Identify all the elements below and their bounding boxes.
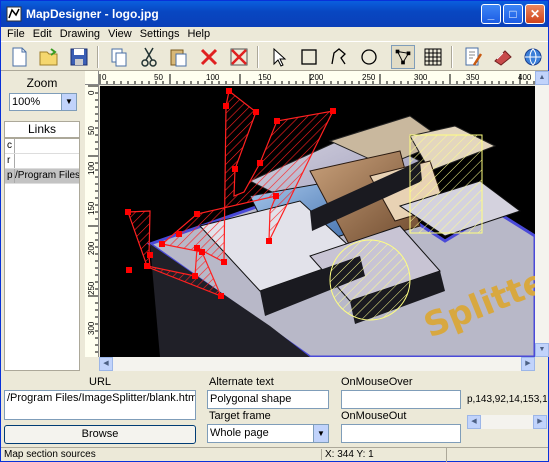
logo-image: Splitte [125,88,535,357]
status-text: Map section sources [4,449,96,460]
toolbar-separator [257,46,259,68]
left-panel: Zoom 100% ▼ Links c r p/Program Files/I [1,71,83,371]
v-ruler-ticks: 0 50 100 150 200 250 300 [87,85,98,353]
ruler-label: 0 [87,90,96,95]
url-field[interactable]: /Program Files/ImageSplitter/blank.html [4,390,196,420]
delete-x-icon[interactable] [197,45,221,69]
html-export-icon[interactable] [491,45,515,69]
onmouseover-label: OnMouseOver [341,376,413,388]
close-button[interactable]: ✕ [525,4,545,24]
links-list[interactable]: c r p/Program Files/I [4,138,80,371]
target-frame-label: Target frame [209,410,271,422]
zoom-select[interactable]: 100% ▼ [9,93,77,111]
arrow-pointer-icon[interactable] [267,45,291,69]
menu-help[interactable]: Help [183,27,214,41]
list-item[interactable]: c [5,139,79,154]
rectangle-tool-icon[interactable] [297,45,321,69]
scroll-down-icon[interactable]: ▼ [535,343,549,357]
coords-scrollbar[interactable]: ◀ ▶ [467,415,547,429]
menu-file[interactable]: File [1,27,29,41]
app-icon [6,6,22,22]
copy-icon[interactable] [107,45,131,69]
vertical-scrollbar[interactable]: ▲ ▼ [535,71,549,357]
list-item[interactable]: p/Program Files/I [5,169,79,184]
status-divider [446,448,447,462]
menu-drawing[interactable]: Drawing [56,27,104,41]
minimize-button[interactable]: _ [481,4,501,24]
links-header: Links [4,121,80,138]
status-bar: Map section sources X: 344 Y: 1 [1,447,548,462]
ruler-label: 300 [87,321,96,335]
chevron-down-icon[interactable]: ▼ [313,425,328,442]
menu-settings[interactable]: Settings [136,27,184,41]
ruler-label: 50 [154,73,163,82]
menu-bar: File Edit Drawing View Settings Help [1,27,548,41]
image-canvas[interactable]: Splitte [100,86,535,357]
toolbar [1,41,548,71]
onmouseout-field[interactable] [341,424,461,443]
ruler-label: 0 [102,73,107,82]
toolbar-separator [451,46,453,68]
open-folder-icon[interactable] [37,45,61,69]
window-title: MapDesigner - logo.jpg [26,7,159,21]
polygon-tool-icon[interactable] [327,45,351,69]
url-label: URL [89,376,112,388]
save-disk-icon[interactable] [67,45,91,69]
ruler-label: 300 [414,73,428,82]
ruler-label: 150 [258,73,272,82]
h-ruler-ticks: 0 50 100 150 200 250 300 350 400 [99,73,535,84]
browse-button[interactable]: Browse [4,425,196,444]
edit-doc-icon[interactable] [461,45,485,69]
new-file-icon[interactable] [7,45,31,69]
vertical-ruler: 0 50 100 150 200 250 300 [85,85,99,357]
onmouseover-field[interactable] [341,390,461,409]
maximize-button[interactable]: □ [503,4,523,24]
ruler-label: 200 [310,73,324,82]
ruler-label: 400 [518,73,532,82]
menu-view[interactable]: View [104,27,136,41]
scroll-right-icon[interactable]: ▶ [533,415,547,429]
scroll-up-icon[interactable]: ▲ [535,71,549,85]
ruler-label: 250 [87,281,96,295]
title-bar[interactable]: MapDesigner - logo.jpg _ □ ✕ [1,1,548,27]
onmouseout-label: OnMouseOut [341,410,407,422]
app-window: MapDesigner - logo.jpg _ □ ✕ File Edit Dra… [0,0,549,462]
selected-rect-area[interactable] [409,134,483,234]
ruler-label: 350 [466,73,480,82]
grid-icon[interactable] [421,45,445,69]
ruler-label: 100 [206,73,220,82]
circle-tool-icon[interactable] [357,45,381,69]
zoom-value: 100% [12,96,41,108]
cursor-coords: X: 344 Y: 1 [321,449,374,460]
ruler-label: 100 [87,161,96,175]
alt-text-field[interactable]: Polygonal shape [207,390,329,409]
zoom-label: Zoom [26,76,58,90]
ruler-label: 50 [87,126,96,135]
properties-panel: URL /Program Files/ImageSplitter/blank.h… [1,373,548,447]
ruler-label: 150 [87,201,96,215]
target-frame-select[interactable]: Whole page ▼ [207,424,329,443]
circle-area[interactable] [329,239,411,321]
cut-scissors-icon[interactable] [137,45,161,69]
horizontal-ruler: 0 50 100 150 200 250 300 350 400 [99,71,535,85]
alt-text-label: Alternate text [209,376,274,388]
toolbar-separator [97,46,99,68]
horizontal-scrollbar[interactable]: ◀ ▶ [99,357,535,371]
web-preview-icon[interactable] [521,45,545,69]
coords-field[interactable]: p,143,92,14,153,17, [467,394,547,405]
canvas-area: 0 50 100 150 200 250 300 350 400 0 50 100 150 200 250… [85,71,549,371]
delete-all-icon[interactable] [227,45,251,69]
scroll-left-icon[interactable]: ◀ [99,357,113,371]
chevron-down-icon[interactable]: ▼ [61,94,76,110]
menu-edit[interactable]: Edit [29,27,56,41]
paste-icon[interactable] [167,45,191,69]
ruler-label: 250 [362,73,376,82]
ruler-label: 200 [87,241,96,255]
node-edit-icon[interactable] [391,45,415,69]
list-item[interactable]: r [5,154,79,169]
scroll-right-icon[interactable]: ▶ [521,357,535,371]
scroll-left-icon[interactable]: ◀ [467,415,481,429]
ruler-corner [85,71,99,85]
